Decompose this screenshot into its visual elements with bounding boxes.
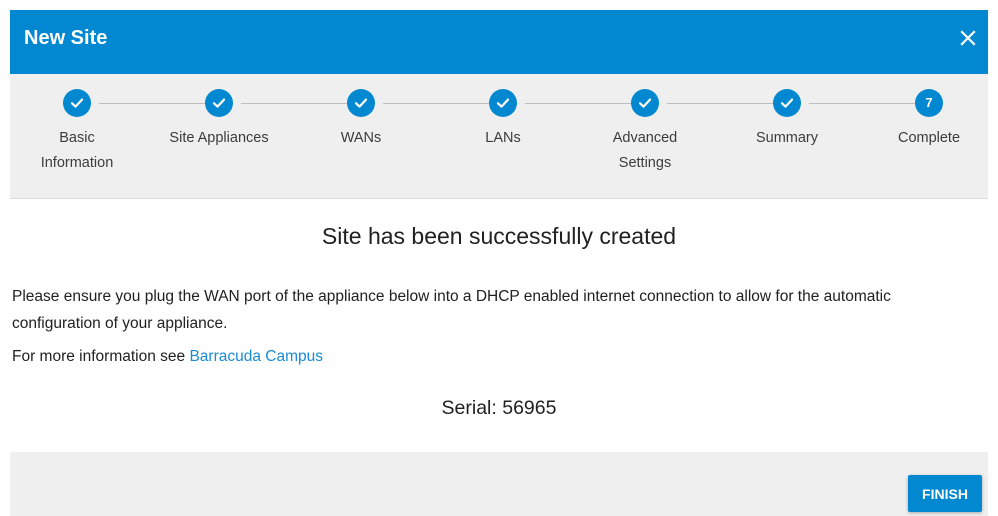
step-basic-information[interactable]: Basic Information <box>10 74 148 198</box>
step-site-appliances[interactable]: Site Appliances <box>148 74 290 198</box>
step-complete-badge <box>63 89 91 117</box>
step-label-line: Basic Information <box>40 130 114 171</box>
dialog-title: New Site <box>24 27 108 49</box>
success-heading: Site has been successfully created <box>321 223 677 249</box>
more-info-text: For more information see Barracuda Campu… <box>12 343 972 370</box>
new-site-dialog: New Site Basic Information Site Applianc… <box>10 10 988 516</box>
check-icon <box>70 98 84 108</box>
check-icon <box>496 98 510 108</box>
check-icon <box>780 98 794 108</box>
serial-number: Serial: 56965 <box>441 397 557 419</box>
dialog-header: New Site <box>10 10 988 74</box>
step-label: Advanced Settings <box>574 126 716 176</box>
step-label: Summary <box>755 130 819 146</box>
finish-button[interactable]: FINISH <box>908 475 982 512</box>
close-button[interactable] <box>948 18 988 58</box>
step-complete-badge <box>773 89 801 117</box>
step-complete-badge <box>631 89 659 117</box>
step-complete-badge <box>347 89 375 117</box>
check-icon <box>354 98 368 108</box>
step-lans[interactable]: LANs <box>432 74 574 198</box>
barracuda-campus-link[interactable]: Barracuda Campus <box>189 348 323 365</box>
step-advanced-settings[interactable]: Advanced Settings <box>574 74 716 198</box>
step-label: Complete <box>897 130 961 146</box>
step-summary[interactable]: Summary <box>716 74 858 198</box>
step-label: LANs <box>485 130 521 146</box>
close-icon <box>960 30 976 46</box>
check-icon <box>212 98 226 108</box>
step-wans[interactable]: WANs <box>290 74 432 198</box>
step-label: Basic Information <box>10 126 148 176</box>
dialog-footer: FINISH <box>10 452 988 516</box>
check-icon <box>638 98 652 108</box>
stepper: Basic Information Site Appliances WANs L… <box>10 74 988 199</box>
step-complete[interactable]: 7 Complete <box>858 74 988 198</box>
step-label-line: Advanced Settings <box>612 130 678 171</box>
step-label: WANs <box>340 130 382 146</box>
step-complete-badge <box>205 89 233 117</box>
step-complete-badge <box>489 89 517 117</box>
step-number: 7 <box>925 95 933 110</box>
step-label: Site Appliances <box>169 130 269 146</box>
more-info-prefix: For more information see <box>12 348 190 365</box>
instructions-text: Please ensure you plug the WAN port of t… <box>12 288 891 332</box>
step-number-badge: 7 <box>915 89 943 117</box>
